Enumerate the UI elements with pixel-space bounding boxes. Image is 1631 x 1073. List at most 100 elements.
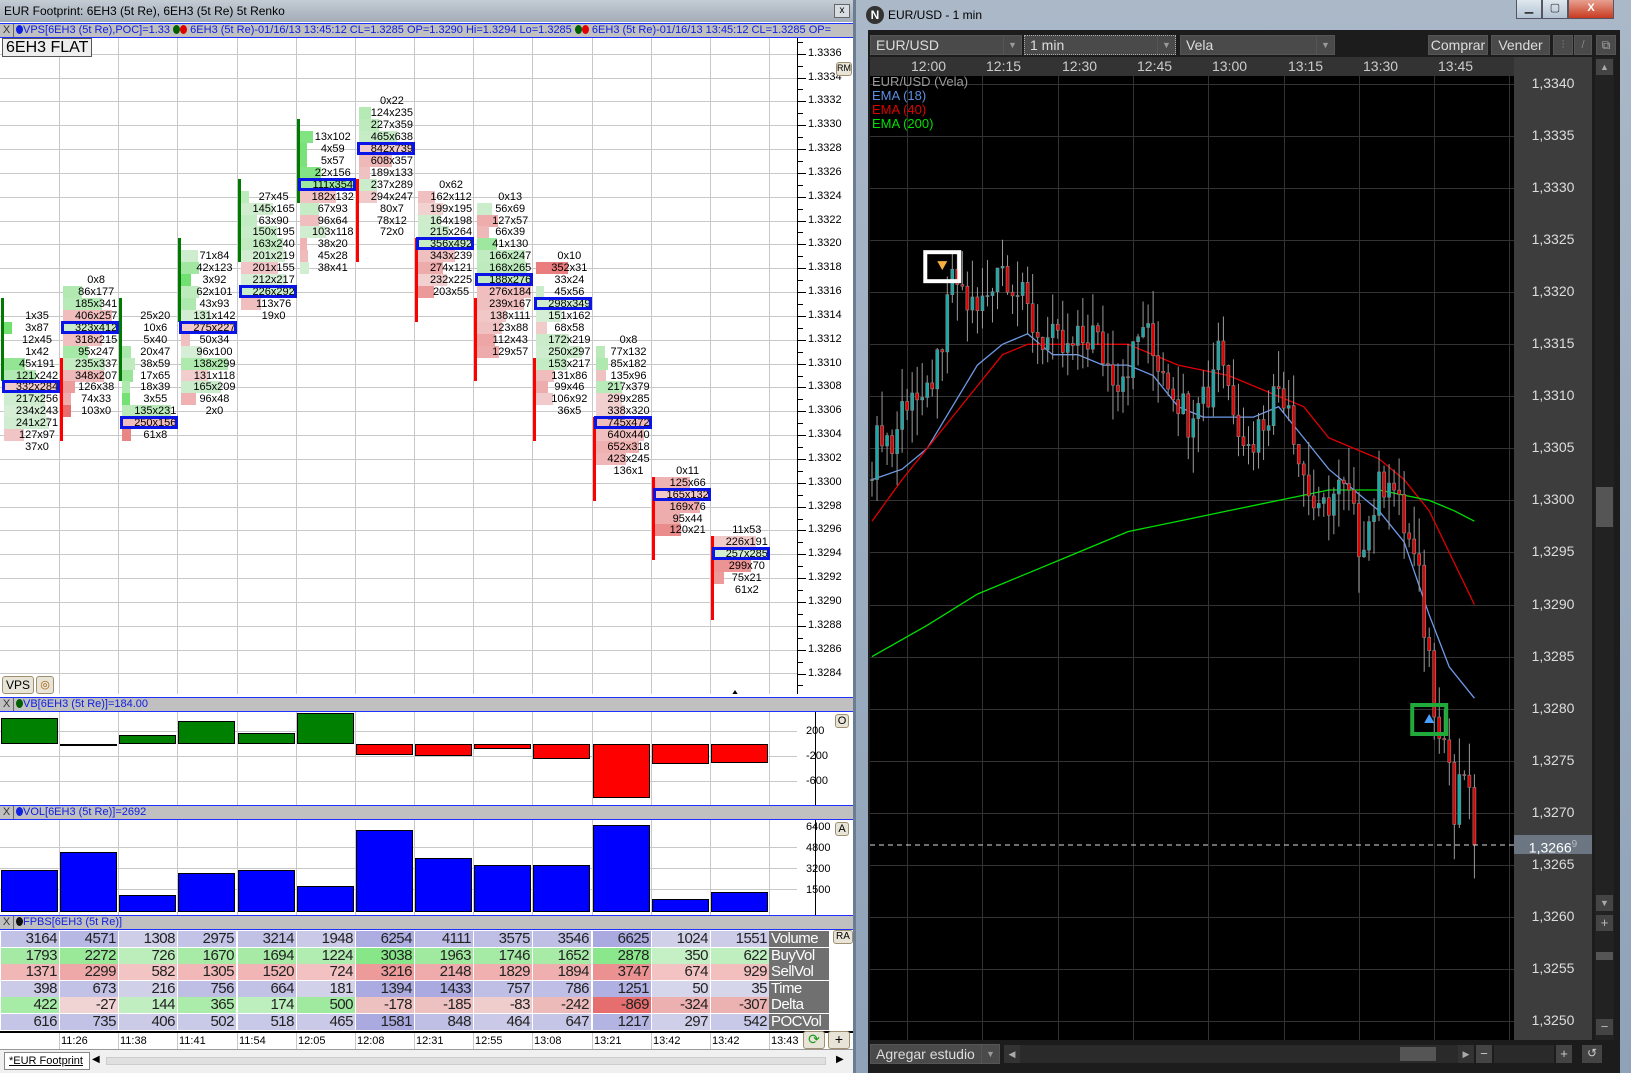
footprint-cell[interactable]: 36x5 <box>536 405 593 417</box>
footprint-cell[interactable]: 250x297 <box>536 345 593 358</box>
sell-button[interactable]: Vender <box>1491 35 1550 55</box>
delta-bar[interactable] <box>60 744 117 746</box>
volume-bar[interactable] <box>415 858 472 912</box>
volume-bar[interactable] <box>533 865 590 912</box>
footprint-cell[interactable]: 274x121 <box>418 262 475 275</box>
tab-eur-footprint[interactable]: *EUR Footprint <box>4 1052 90 1070</box>
delta-bar[interactable] <box>119 735 176 744</box>
settings-clock-icon[interactable]: ◎ <box>36 676 54 694</box>
footprint-cell[interactable]: 640x440 <box>595 429 653 442</box>
vps-button[interactable]: VPS <box>2 676 34 694</box>
footprint-cell[interactable]: 294x247 <box>358 190 416 203</box>
time-scrollbar[interactable] <box>1020 1045 1458 1063</box>
interval-select[interactable]: 1 min ▼ <box>1024 35 1176 55</box>
footprint-cell[interactable]: 96x100 <box>181 345 238 358</box>
instrument-select[interactable]: EUR/USD ▼ <box>870 35 1022 55</box>
footprint-cell[interactable]: 12x45 <box>4 334 61 346</box>
footprint-cell[interactable]: 135x96 <box>595 369 653 382</box>
horizontal-scrollbar[interactable] <box>106 1057 826 1065</box>
vb-axis-button[interactable]: O <box>835 714 849 728</box>
footprint-cell[interactable]: 95x44 <box>654 512 712 525</box>
footprint-cell[interactable]: 41x130 <box>477 238 534 251</box>
delta-bar[interactable] <box>533 744 590 760</box>
footprint-cell[interactable]: 199x195 <box>418 202 475 215</box>
volume-bar[interactable] <box>593 825 650 912</box>
footprint-cell[interactable]: 103x118 <box>299 226 357 239</box>
footprint-cell[interactable]: 1x42 <box>4 346 61 358</box>
footprint-cell[interactable]: 182x132 <box>299 190 357 203</box>
footprint-cell[interactable]: 0x8 <box>596 334 653 346</box>
footprint-cell[interactable]: 3x92 <box>181 274 238 287</box>
ra-button[interactable]: RA <box>833 930 853 944</box>
footprint-cell[interactable]: 608x357 <box>358 154 416 167</box>
footprint-cell[interactable]: 4x59 <box>299 143 357 156</box>
footprint-cell[interactable]: 19x0 <box>241 310 298 322</box>
footprint-cell[interactable]: 241x271 <box>4 417 61 430</box>
footprint-cell[interactable]: 235x337 <box>63 357 120 370</box>
footprint-cell[interactable]: 33x24 <box>536 274 593 286</box>
vertical-scrollbar[interactable]: ▲ ▼ + − <box>1595 57 1614 1040</box>
volume-pane[interactable]: 6400 4800 3200 1500 A <box>0 820 853 915</box>
volume-bar[interactable] <box>652 898 709 912</box>
axis-mode-button[interactable]: RM <box>836 62 852 76</box>
volume-bar[interactable] <box>60 852 117 912</box>
footprint-cell[interactable]: 78x12 <box>359 215 416 227</box>
footprint-cell[interactable]: 151x162 <box>536 309 593 322</box>
footprint-cell[interactable]: 299x70 <box>713 560 771 573</box>
reset-view-icon[interactable]: ↺ <box>1582 1045 1602 1063</box>
minimize-button[interactable]: ▁ <box>1516 0 1542 19</box>
footprint-cell[interactable]: 56x69 <box>477 202 534 215</box>
volume-bar[interactable] <box>238 869 295 912</box>
footprint-cell[interactable]: 99x46 <box>536 381 593 394</box>
close-indicator-button[interactable]: X <box>0 916 14 929</box>
footprint-cell[interactable]: 201x155 <box>240 262 298 275</box>
price-axis[interactable]: 1,3340 1,3335 1,3330 1,3325 1,3320 1,3315 1,33… <box>1514 57 1592 1040</box>
footprint-cell[interactable]: 423x245 <box>595 452 653 465</box>
footprint-cell[interactable]: 1x35 <box>4 310 61 322</box>
footprint-cell[interactable]: 0x10 <box>536 250 593 262</box>
delta-bar[interactable] <box>593 744 650 799</box>
footprint-cell[interactable]: 67x93 <box>299 202 357 215</box>
footprint-cell[interactable]: 169x76 <box>654 500 712 513</box>
footprint-cell[interactable]: 18x39 <box>122 381 179 394</box>
footprint-cell[interactable]: 72x0 <box>359 226 416 238</box>
footprint-cell[interactable]: 652x318 <box>595 441 653 454</box>
footprint-cell[interactable]: 145x165 <box>240 202 298 215</box>
footprint-cell[interactable]: 95x247 <box>63 345 120 358</box>
delta-bar[interactable] <box>1 717 58 744</box>
footprint-cell[interactable]: 10x6 <box>122 322 179 334</box>
candlestick-chart[interactable]: EUR/USD (Vela) EMA (18) EMA (40) EMA (200) <box>870 76 1514 1040</box>
volume-bar[interactable] <box>356 829 413 912</box>
footprint-cell[interactable]: 5x57 <box>299 154 357 167</box>
footprint-cell[interactable]: 276x184 <box>477 286 534 299</box>
footprint-cell[interactable]: 127x97 <box>4 429 61 442</box>
footprint-cell[interactable]: 96x64 <box>299 214 357 227</box>
footprint-cell[interactable]: 71x84 <box>181 250 238 263</box>
footprint-cell[interactable]: 227x359 <box>358 119 416 132</box>
footprint-cell[interactable]: 0x8 <box>63 274 120 286</box>
volume-balance-pane[interactable]: 200 -200 -600 O <box>0 712 853 806</box>
time-zoom-slider[interactable] <box>1494 1045 1554 1063</box>
scroll-down-icon[interactable]: ▼ <box>1596 895 1613 911</box>
footprint-chart[interactable]: 1x35 3x87 12x45 1x42 45x191 121x242 332x284 217… <box>0 38 797 694</box>
zoom-out-icon[interactable]: − <box>1596 1019 1613 1035</box>
close-button[interactable]: X <box>1568 0 1614 19</box>
footprint-cell[interactable]: 237x289 <box>358 178 416 191</box>
footprint-cell[interactable]: 43x93 <box>181 297 238 310</box>
vol-axis-button[interactable]: A <box>835 822 849 836</box>
footprint-cell[interactable]: 38x41 <box>299 262 357 275</box>
footprint-cell[interactable]: 3x55 <box>122 393 179 406</box>
chart-type-select[interactable]: Vela ▼ <box>1180 35 1335 55</box>
delta-bar[interactable] <box>711 744 768 764</box>
delta-bar[interactable] <box>297 712 354 744</box>
footprint-cell[interactable]: 126x38 <box>63 381 120 394</box>
scrollbar-thumb[interactable] <box>1400 1047 1436 1061</box>
zoom-out-time-icon[interactable]: − <box>1476 1045 1492 1063</box>
detach-window-icon[interactable]: ⧉ <box>1596 35 1616 55</box>
footprint-cell[interactable]: 96x48 <box>181 393 238 406</box>
volume-bar[interactable] <box>119 894 176 912</box>
footprint-cell[interactable]: 106x92 <box>536 393 593 406</box>
footprint-cell[interactable]: 120x21 <box>654 524 712 537</box>
footprint-cell[interactable]: 63x90 <box>240 214 298 227</box>
scroll-left-icon[interactable]: ◀ <box>1004 1045 1020 1063</box>
